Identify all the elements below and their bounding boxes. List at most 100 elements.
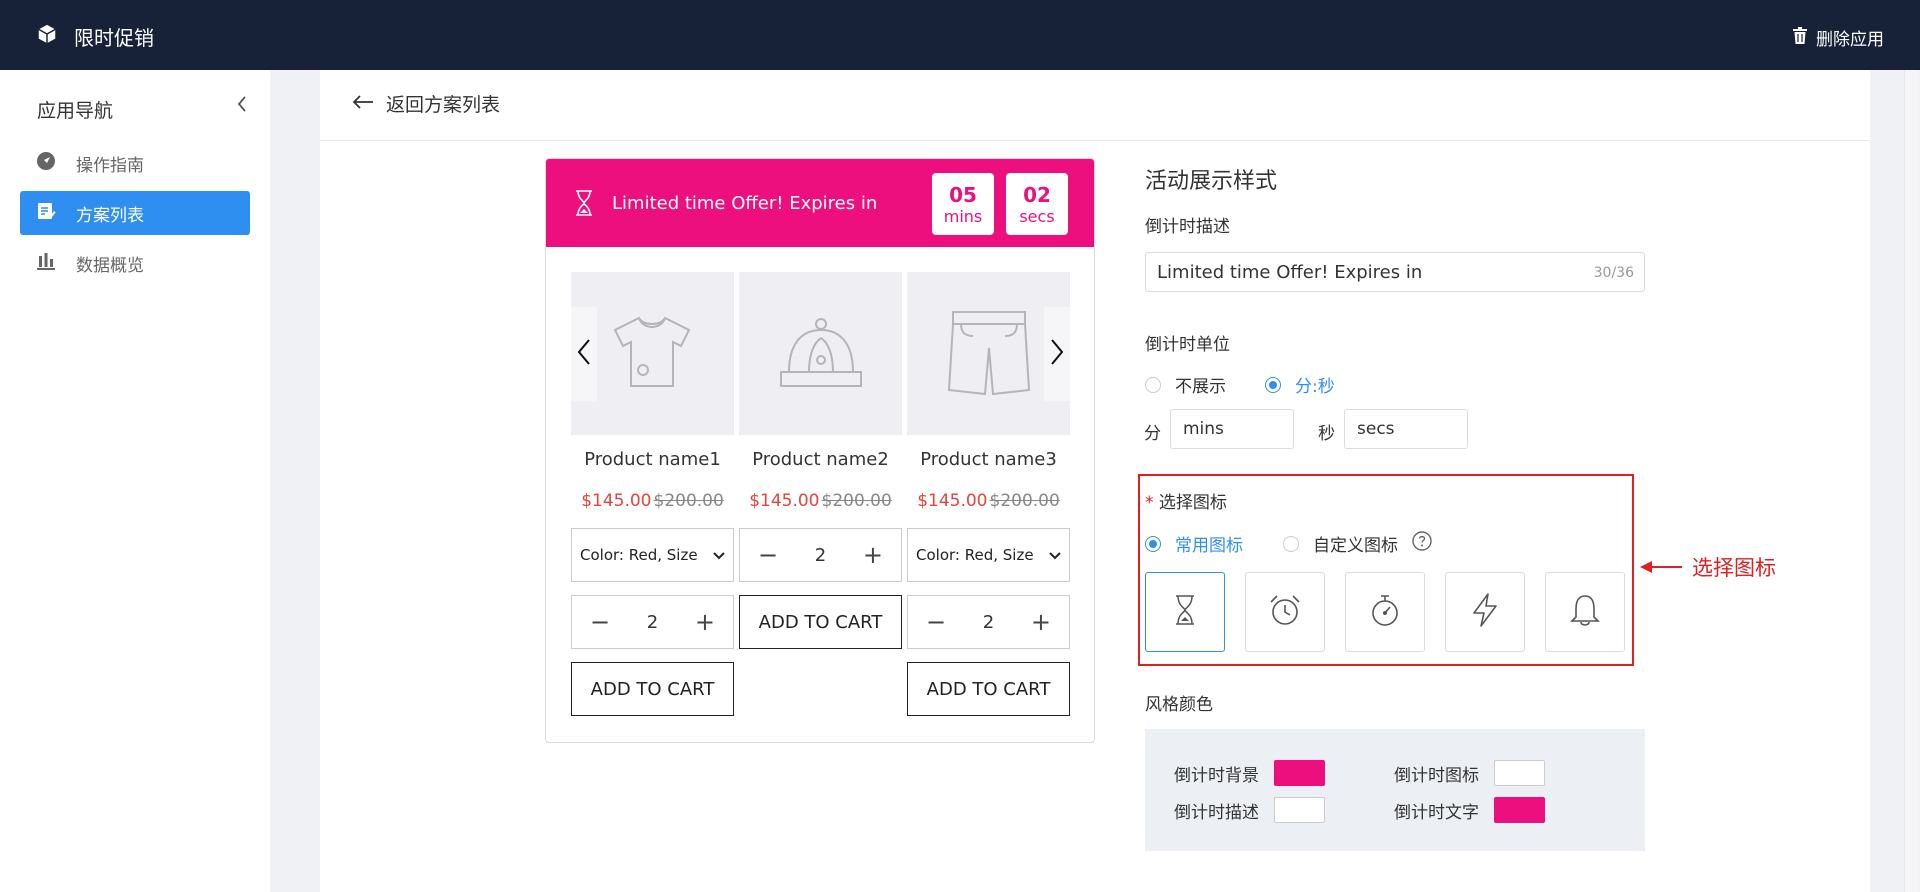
unit-option-min-sec[interactable]: 分:秒 [1265,372,1335,397]
top-bar: 限时促销 删除应用 [0,0,1920,70]
annotation-text: 选择图标 [1692,556,1776,580]
current-price: $145.00 [917,491,988,511]
icon-choice-hourglass[interactable] [1145,572,1225,652]
chevron-right-icon [1050,338,1064,370]
hourglass-icon [574,189,594,221]
radio-circle[interactable] [1265,376,1281,393]
sidebar-item-plan-list[interactable]: 方案列表 [20,191,250,235]
delete-app-button[interactable]: 删除应用 [1792,25,1884,50]
current-price: $145.00 [749,491,820,511]
sidebar-item-guide[interactable]: 操作指南 [20,141,250,185]
timer-minutes-unit: mins [943,207,983,226]
countdown-desc-input[interactable]: Limited time Offer! Expires in 30/36 [1145,252,1645,292]
icon-choice-lightning[interactable] [1445,572,1525,652]
add-to-cart-button[interactable]: ADD TO CART [571,662,734,716]
page-scrollbar[interactable] [1904,70,1918,892]
bg-color-label: 倒计时背景 [1174,766,1259,786]
radio-label: 不展示 [1175,377,1226,397]
chevron-down-icon [713,546,725,564]
app-title: 限时促销 [74,26,154,50]
lightning-icon [1471,592,1499,632]
plus-icon[interactable]: + [863,541,883,569]
plus-icon[interactable]: + [695,608,715,636]
countdown-desc-value[interactable]: Limited time Offer! Expires in [1157,262,1422,283]
bg-color-swatch[interactable] [1274,760,1325,786]
section-title: 活动展示样式 [1145,169,1278,194]
required-asterisk: * [1145,493,1154,513]
icon-choice-alarm-clock[interactable] [1245,572,1325,652]
document-edit-icon [36,201,56,226]
sidebar-item-data-overview[interactable]: 数据概览 [20,241,250,285]
quantity-value[interactable]: 2 [647,612,658,633]
minus-icon[interactable]: − [758,541,778,569]
countdown-preview: Limited time Offer! Expires in 05 mins 0… [545,158,1095,743]
add-to-cart-button[interactable]: ADD TO CART [907,662,1070,716]
original-price: $200.00 [653,491,724,511]
minutes-unit-input[interactable]: mins [1170,409,1294,449]
icon-option-custom[interactable]: 自定义图标 [1283,531,1432,556]
chevron-left-icon[interactable] [236,94,248,118]
help-icon[interactable] [1412,531,1432,556]
arrow-left-icon [352,93,374,115]
carousel-prev-button[interactable] [571,307,597,401]
arrow-left-icon [1640,555,1682,579]
back-label: 返回方案列表 [386,94,501,116]
timer-minutes: 05 mins [932,173,994,235]
style-color-label: 风格颜色 [1145,695,1213,715]
icon-color-swatch[interactable] [1494,760,1545,786]
icon-select-label: * 选择图标 [1145,488,1227,513]
radio-circle[interactable] [1145,376,1161,393]
product-price: $145.00 $200.00 [907,491,1070,511]
icon-option-common[interactable]: 常用图标 [1145,531,1243,556]
quantity-stepper[interactable]: − 2 + [571,595,734,649]
icon-select-text: 选择图标 [1158,493,1227,513]
sidebar-title: 应用导航 [37,100,114,122]
timer-seconds-unit: secs [1019,207,1055,226]
annotation-callout: 选择图标 [1640,552,1776,582]
seconds-unit-input[interactable]: secs [1344,409,1468,449]
timer-seconds: 02 secs [1006,173,1068,235]
chevron-down-icon [1049,546,1061,564]
variant-select[interactable]: Color: Red, Size [907,528,1070,582]
icon-choice-bell[interactable] [1545,572,1625,652]
unit-option-hide[interactable]: 不展示 [1145,372,1226,397]
sidebar: 应用导航 操作指南 方案列表 数据概览 [0,70,270,892]
product-price: $145.00 $200.00 [739,491,902,511]
text-color-swatch[interactable] [1494,797,1545,823]
product-image-2[interactable] [739,272,902,435]
quantity-stepper[interactable]: − 2 + [907,595,1070,649]
desc-color-swatch[interactable] [1274,797,1325,823]
carousel-next-button[interactable] [1044,307,1070,401]
countdown-banner: Limited time Offer! Expires in 05 mins 0… [546,159,1094,247]
minus-icon[interactable]: − [926,608,946,636]
bar-chart-icon [36,251,56,276]
color-settings-panel: 倒计时背景 倒计时图标 倒计时描述 倒计时文字 [1145,729,1645,851]
variant-select[interactable]: Color: Red, Size [571,528,734,582]
chevron-left-icon [577,338,591,370]
quantity-value[interactable]: 2 [983,612,994,633]
product-name[interactable]: Product name3 [907,449,1070,470]
icon-choice-stopwatch[interactable] [1345,572,1425,652]
banner-text: Limited time Offer! Expires in [612,193,878,214]
product-name[interactable]: Product name1 [571,449,734,470]
product-name[interactable]: Product name2 [739,449,902,470]
original-price: $200.00 [989,491,1060,511]
text-color-label: 倒计时文字 [1394,803,1479,823]
back-to-plan-list-link[interactable]: 返回方案列表 [352,90,500,117]
alarm-clock-icon [1268,593,1302,631]
radio-label: 常用图标 [1175,536,1243,556]
timer-seconds-value: 02 [1023,183,1051,207]
add-to-cart-button[interactable]: ADD TO CART [739,595,902,649]
variant-select-value: Color: Red, Size [916,546,1034,564]
seconds-prefix: 秒 [1318,424,1335,444]
radio-circle[interactable] [1283,535,1299,552]
minus-icon[interactable]: − [590,608,610,636]
quantity-stepper[interactable]: − 2 + [739,528,902,582]
sidebar-item-label: 方案列表 [76,205,144,226]
current-price: $145.00 [581,491,652,511]
plus-icon[interactable]: + [1031,608,1051,636]
delete-app-label: 删除应用 [1816,30,1884,50]
quantity-value[interactable]: 2 [815,545,826,566]
radio-circle[interactable] [1145,535,1161,552]
sidebar-item-label: 操作指南 [76,155,144,176]
